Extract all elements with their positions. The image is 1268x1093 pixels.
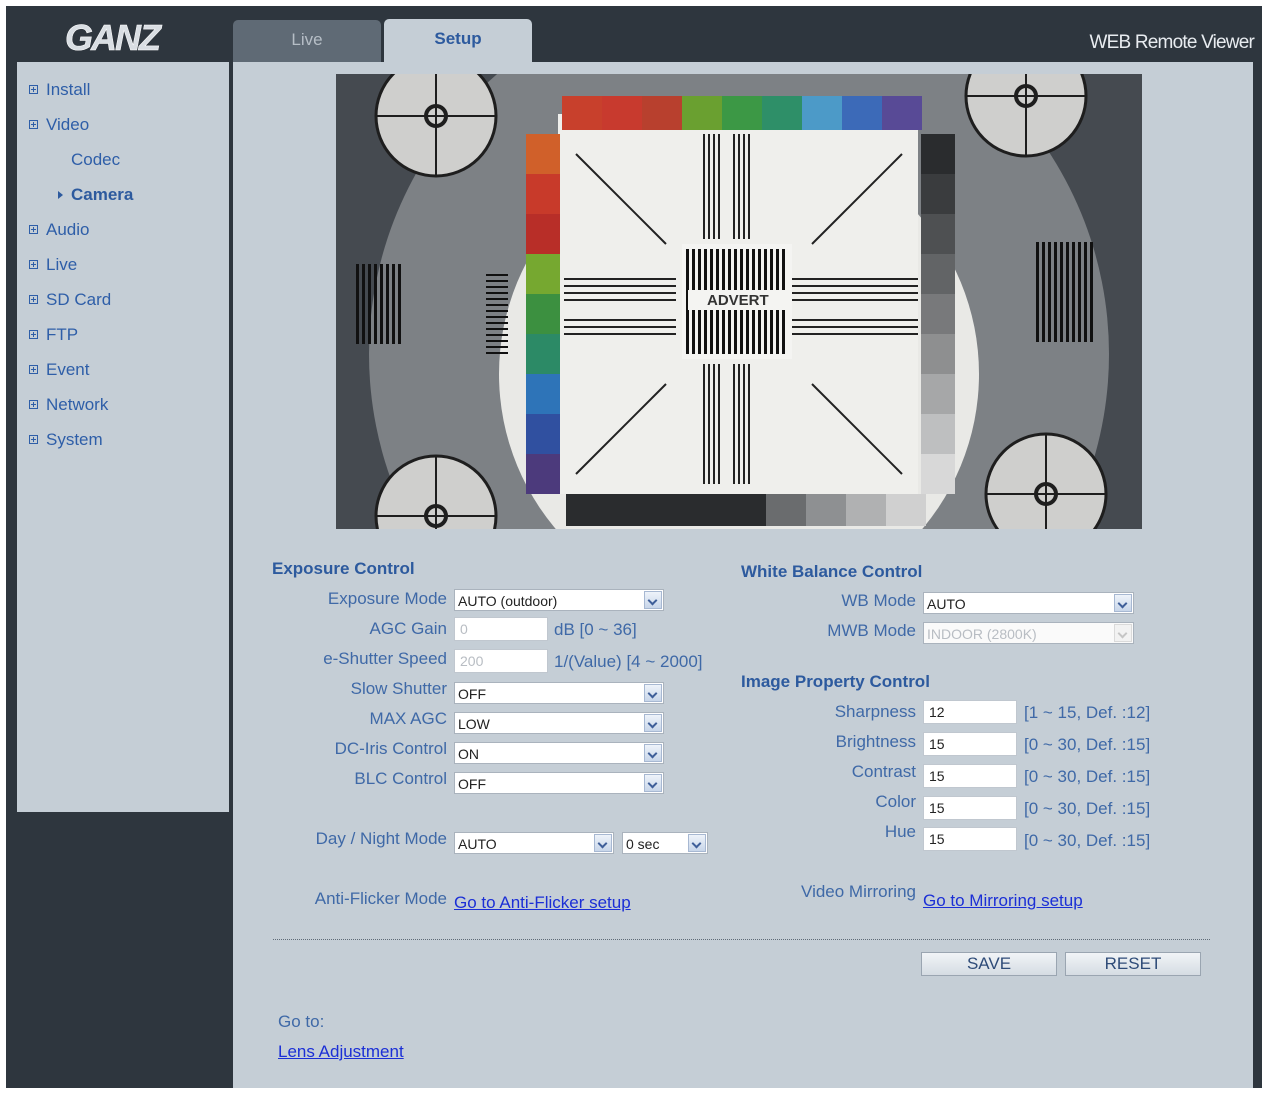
mwb-mode-label: MWB Mode — [827, 621, 916, 640]
reset-button[interactable]: RESET — [1065, 952, 1201, 976]
exposure-control-title: Exposure Control — [272, 559, 415, 578]
expand-icon — [29, 400, 38, 409]
sharpness-input[interactable]: 12 — [923, 700, 1017, 724]
expand-icon — [29, 225, 38, 234]
expand-icon — [29, 85, 38, 94]
brightness-label: Brightness — [835, 732, 916, 751]
sidebar-item-system[interactable]: System — [17, 430, 229, 465]
shutter-speed-label: e-Shutter Speed — [323, 649, 447, 668]
color-input[interactable]: 15 — [923, 796, 1017, 820]
day-night-select[interactable]: AUTO — [454, 832, 614, 854]
chevron-down-icon[interactable] — [594, 834, 612, 852]
sidebar-item-event[interactable]: Event — [17, 360, 229, 395]
divider — [273, 939, 1210, 940]
sharpness-label: Sharpness — [834, 702, 916, 721]
sidebar-item-codec[interactable]: Codec — [17, 150, 229, 185]
wb-mode-select[interactable]: AUTO — [923, 592, 1134, 614]
sidebar-item-audio[interactable]: Audio — [17, 220, 229, 255]
ganz-logo: GANZ — [65, 18, 165, 58]
anti-flicker-label: Anti-Flicker Mode — [314, 889, 447, 908]
lens-adjustment-link[interactable]: Lens Adjustment — [278, 1042, 404, 1062]
expand-icon — [29, 365, 38, 374]
tab-setup[interactable]: Setup — [384, 19, 532, 64]
video-preview: ADVERT — [336, 74, 1142, 529]
hue-hint: [0 ~ 30, Def. :15] — [1024, 831, 1151, 850]
slow-shutter-label: Slow Shutter — [350, 679, 447, 698]
agc-gain-label: AGC Gain — [369, 619, 447, 638]
svg-text:GANZ: GANZ — [65, 18, 163, 58]
viewer-title: WEB Remote Viewer — [1089, 32, 1255, 53]
save-button[interactable]: SAVE — [921, 952, 1057, 976]
day-night-delay-select[interactable]: 0 sec — [622, 832, 708, 854]
hue-label: Hue — [884, 822, 916, 841]
exposure-mode-label: Exposure Mode — [327, 589, 447, 608]
dc-iris-label: DC-Iris Control — [334, 739, 447, 758]
contrast-input[interactable]: 15 — [923, 764, 1017, 788]
sidebar-item-camera[interactable]: Camera — [17, 185, 229, 220]
svg-text:ADVERT: ADVERT — [707, 292, 769, 309]
max-agc-label: MAX AGC — [369, 709, 447, 728]
app-window: GANZ WEB Remote Viewer Live Setup Instal… — [6, 6, 1262, 1088]
wb-mode-label: WB Mode — [841, 591, 916, 610]
slow-shutter-select[interactable]: OFF — [454, 682, 664, 704]
chevron-down-icon[interactable] — [644, 744, 662, 762]
max-agc-select[interactable]: LOW — [454, 712, 664, 734]
goto-label: Go to: — [278, 1012, 325, 1031]
expand-icon — [29, 330, 38, 339]
shutter-speed-input[interactable]: 200 — [454, 649, 548, 673]
expand-icon — [29, 120, 38, 129]
chevron-down-icon[interactable] — [1114, 594, 1132, 612]
hue-input[interactable]: 15 — [923, 827, 1017, 851]
arrow-right-icon — [58, 191, 63, 199]
white-balance-title: White Balance Control — [741, 562, 923, 581]
sidebar-item-ftp[interactable]: FTP — [17, 325, 229, 360]
tab-live[interactable]: Live — [233, 20, 381, 62]
contrast-label: Contrast — [851, 762, 916, 781]
mwb-mode-select[interactable]: INDOOR (2800K) — [923, 622, 1134, 644]
mirroring-link[interactable]: Go to Mirroring setup — [923, 891, 1083, 911]
chevron-down-icon[interactable] — [644, 774, 662, 792]
agc-gain-hint: dB [0 ~ 36] — [554, 620, 637, 639]
video-mirroring-label: Video Mirroring — [801, 882, 916, 901]
agc-gain-input[interactable]: 0 — [454, 617, 548, 641]
shutter-speed-hint: 1/(Value) [4 ~ 2000] — [554, 652, 703, 671]
blc-select[interactable]: OFF — [454, 772, 664, 794]
expand-icon — [29, 260, 38, 269]
setup-panel: ADVERT Exposure Control Exposure Mode AU… — [233, 62, 1253, 1088]
sidebar-item-sd-card[interactable]: SD Card — [17, 290, 229, 325]
color-label: Color — [875, 792, 916, 811]
day-night-label: Day / Night Mode — [315, 829, 447, 848]
color-hint: [0 ~ 30, Def. :15] — [1024, 799, 1151, 818]
chevron-down-icon[interactable] — [644, 714, 662, 732]
sidebar-item-live[interactable]: Live — [17, 255, 229, 290]
image-property-title: Image Property Control — [741, 672, 930, 691]
brightness-input[interactable]: 15 — [923, 732, 1017, 756]
chevron-down-icon[interactable] — [688, 834, 706, 852]
contrast-hint: [0 ~ 30, Def. :15] — [1024, 767, 1151, 786]
brightness-hint: [0 ~ 30, Def. :15] — [1024, 735, 1151, 754]
expand-icon — [29, 295, 38, 304]
chevron-down-icon[interactable] — [1114, 624, 1132, 642]
sharpness-hint: [1 ~ 15, Def. :12] — [1024, 703, 1151, 722]
sidebar-item-video[interactable]: Video — [17, 115, 229, 150]
chevron-down-icon[interactable] — [644, 684, 662, 702]
chevron-down-icon[interactable] — [644, 591, 662, 609]
blc-label: BLC Control — [354, 769, 447, 788]
anti-flicker-link[interactable]: Go to Anti-Flicker setup — [454, 893, 631, 913]
exposure-mode-select[interactable]: AUTO (outdoor) — [454, 589, 664, 611]
sidebar-item-network[interactable]: Network — [17, 395, 229, 430]
sidebar-item-install[interactable]: Install — [17, 80, 229, 115]
sidebar-nav: Install Video Codec Camera Audio Live SD… — [17, 62, 229, 812]
expand-icon — [29, 435, 38, 444]
dc-iris-select[interactable]: ON — [454, 742, 664, 764]
